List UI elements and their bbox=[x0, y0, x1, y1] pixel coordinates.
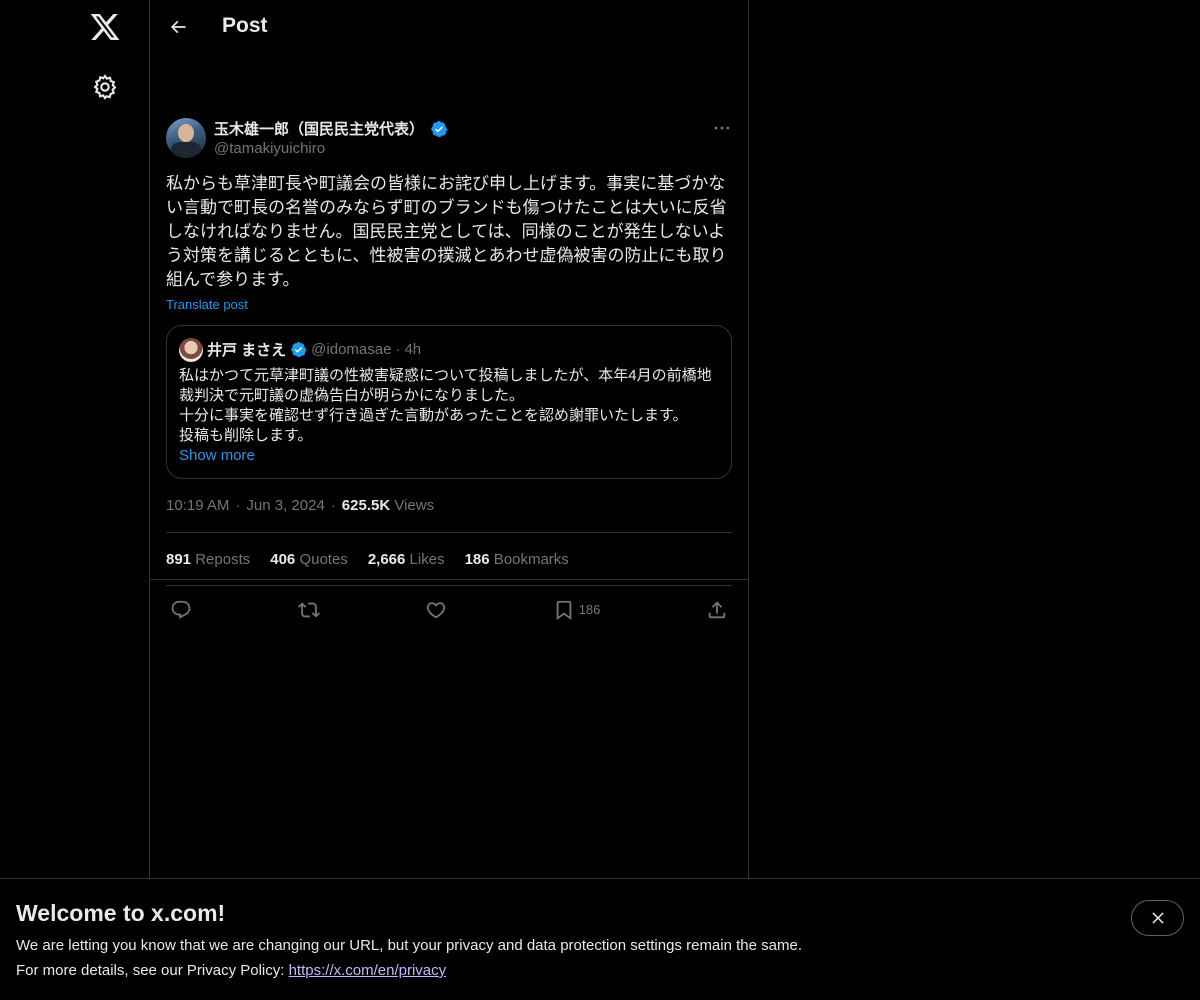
close-icon bbox=[1151, 912, 1164, 924]
separator-dot: · bbox=[330, 497, 336, 514]
quotes-stat[interactable]: 406 Quotes bbox=[270, 551, 348, 568]
back-button[interactable] bbox=[164, 13, 192, 41]
reposts-stat[interactable]: 891 Reposts bbox=[166, 551, 250, 568]
post-time[interactable]: 10:19 AM bbox=[166, 497, 229, 514]
quoted-post-text: 私はかつて元草津町議の性被害疑惑について投稿しましたが、本年4月の前橋地裁判決で… bbox=[179, 367, 712, 444]
bookmark-count: 186 bbox=[578, 602, 601, 617]
quoted-post-header: 井戸 まさえ @idomasae · 4h bbox=[207, 339, 421, 360]
post: 玉木雄一郎（国民民主党代表） @tamakiyuichiro 私からも草津町長や… bbox=[150, 54, 748, 620]
likes-label: Likes bbox=[409, 550, 445, 568]
reposts-label: Reposts bbox=[195, 550, 251, 568]
gear-icon[interactable] bbox=[91, 73, 119, 101]
verified-badge-icon bbox=[291, 341, 307, 358]
more-options-button[interactable] bbox=[712, 118, 732, 138]
banner-message: We are letting you know that we are chan… bbox=[16, 937, 802, 954]
post-actions: 186 bbox=[166, 586, 732, 633]
bookmarks-count: 186 bbox=[464, 550, 490, 568]
bookmarks-label: Bookmarks bbox=[493, 550, 569, 568]
share-button[interactable] bbox=[706, 599, 728, 621]
privacy-policy-link[interactable]: https://x.com/en/privacy bbox=[289, 962, 447, 979]
quoted-author-display-name: 井戸 まさえ bbox=[207, 342, 287, 359]
bookmarks-stat[interactable]: 186 Bookmarks bbox=[465, 551, 569, 568]
likes-stat[interactable]: 2,666 Likes bbox=[368, 551, 445, 568]
post-date[interactable]: Jun 3, 2024 bbox=[246, 497, 324, 514]
post-text: 私からも草津町長や町議会の皆様にお詫び申し上げます。事実に基づかない言動で町長の… bbox=[166, 174, 727, 289]
banner-privacy-line: For more details, see our Privacy Policy… bbox=[16, 962, 446, 979]
bookmark-icon bbox=[556, 600, 572, 620]
author-avatar[interactable] bbox=[166, 118, 206, 158]
left-nav bbox=[0, 0, 150, 1000]
reposts-count: 891 bbox=[166, 550, 192, 568]
separator-dot: · bbox=[395, 341, 401, 358]
translate-post-link[interactable]: Translate post bbox=[166, 297, 248, 312]
share-icon bbox=[708, 600, 726, 618]
post-stats: 891 Reposts 406 Quotes 2,666 Likes 186 B… bbox=[166, 532, 732, 586]
banner-title: Welcome to x.com! bbox=[16, 900, 226, 926]
arrow-left-icon bbox=[170, 20, 186, 34]
heart-icon bbox=[426, 601, 446, 618]
reply-button[interactable] bbox=[170, 599, 192, 621]
main-column: Post 玉木雄一郎（国民民主党代表） @tamakiyuichiro 私からも… bbox=[149, 0, 749, 1000]
banner-privacy-prefix: For more details, see our Privacy Policy… bbox=[16, 962, 289, 979]
quoted-author-handle: @idomasae bbox=[311, 341, 392, 358]
separator-dot: · bbox=[235, 497, 241, 514]
quotes-count: 406 bbox=[270, 550, 296, 568]
quoted-post[interactable]: 井戸 まさえ @idomasae · 4h 私はかつて元草津町議の性被害疑惑につ… bbox=[166, 325, 732, 479]
ellipsis-icon bbox=[714, 126, 730, 130]
views-count: 625.5K bbox=[341, 497, 391, 514]
author-display-name[interactable]: 玉木雄一郎（国民民主党代表） bbox=[214, 118, 424, 139]
author-name-row: 玉木雄一郎（国民民主党代表） bbox=[214, 118, 448, 139]
views-label: Views bbox=[394, 497, 435, 514]
banner-close-button[interactable] bbox=[1131, 900, 1184, 936]
verified-badge-icon bbox=[431, 120, 448, 137]
show-more-link[interactable]: Show more bbox=[179, 447, 255, 464]
quoted-author-avatar bbox=[179, 338, 203, 362]
repost-button[interactable] bbox=[297, 599, 320, 621]
like-button[interactable] bbox=[425, 599, 447, 621]
quotes-label: Quotes bbox=[299, 550, 348, 568]
x-logo-icon[interactable] bbox=[89, 11, 121, 43]
quoted-post-time: 4h bbox=[404, 341, 422, 358]
bookmark-button[interactable]: 186 bbox=[553, 599, 601, 621]
repost-icon bbox=[297, 602, 320, 617]
post-meta: 10:19 AM · Jun 3, 2024 · 625.5K Views bbox=[166, 497, 434, 514]
top-bar: Post bbox=[150, 0, 748, 54]
reply-icon bbox=[171, 600, 191, 619]
author-handle[interactable]: @tamakiyuichiro bbox=[214, 140, 325, 157]
page-title: Post bbox=[222, 14, 268, 37]
welcome-banner: Welcome to x.com! We are letting you kno… bbox=[0, 878, 1200, 1000]
likes-count: 2,666 bbox=[367, 550, 406, 568]
